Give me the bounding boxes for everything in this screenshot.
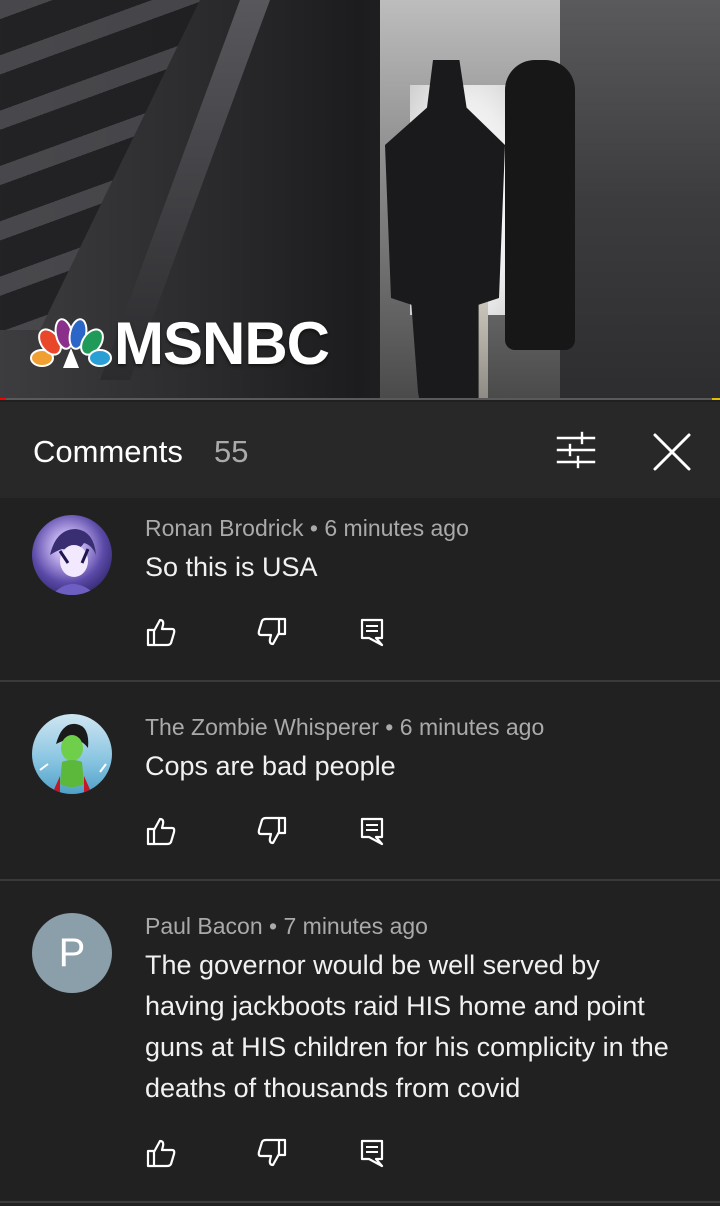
comment-time: 6 minutes ago bbox=[324, 515, 469, 541]
comment-time: 7 minutes ago bbox=[283, 913, 428, 939]
reply-icon bbox=[360, 817, 384, 846]
comment-divider bbox=[0, 1201, 720, 1203]
comment-actions bbox=[145, 1137, 405, 1169]
reply-icon bbox=[360, 1139, 384, 1168]
like-button[interactable] bbox=[145, 616, 177, 648]
comment-author[interactable]: The Zombie Whisperer bbox=[145, 714, 379, 740]
anime-avatar-image bbox=[50, 529, 96, 595]
channel-logo-text: MSNBC bbox=[114, 309, 330, 377]
progress-marker bbox=[712, 398, 720, 400]
dislike-button[interactable] bbox=[256, 815, 288, 847]
thumbs-down-icon bbox=[257, 1138, 287, 1167]
avatar[interactable] bbox=[32, 714, 112, 794]
msnbc-logo: MSNBC bbox=[30, 310, 330, 377]
comments-title: Comments bbox=[33, 434, 183, 469]
comment-text: So this is USA bbox=[145, 552, 318, 582]
reply-icon bbox=[360, 618, 384, 647]
comments-count: 55 bbox=[214, 434, 249, 469]
video-frame-wall bbox=[560, 0, 720, 400]
avatar-letter: P bbox=[32, 913, 112, 993]
comment-text: The governor would be well served by hav… bbox=[145, 950, 669, 1103]
zombie-avatar-image bbox=[35, 723, 107, 794]
reply-button[interactable] bbox=[356, 1137, 388, 1169]
sort-button[interactable] bbox=[552, 428, 600, 472]
comment-meta: The Zombie Whisperer • 6 minutes ago bbox=[145, 714, 544, 741]
peacock-icon bbox=[30, 318, 112, 368]
comment-item: P Paul Bacon • 7 minutes ago The governo… bbox=[0, 881, 720, 1201]
comment-actions bbox=[145, 815, 405, 847]
like-button[interactable] bbox=[145, 1137, 177, 1169]
reply-button[interactable] bbox=[356, 815, 388, 847]
progress-played bbox=[0, 398, 6, 400]
meta-separator: • bbox=[303, 515, 325, 541]
thumbs-down-icon bbox=[257, 617, 287, 646]
dislike-button[interactable] bbox=[256, 616, 288, 648]
video-frame-coat bbox=[505, 60, 575, 350]
video-progress-bar[interactable] bbox=[0, 398, 720, 400]
thumbs-up-icon bbox=[146, 618, 176, 647]
comment-author[interactable]: Paul Bacon bbox=[145, 913, 263, 939]
comment-text: Cops are bad people bbox=[145, 751, 396, 781]
close-icon bbox=[653, 433, 691, 471]
comment-meta: Paul Bacon • 7 minutes ago bbox=[145, 913, 428, 940]
reply-button[interactable] bbox=[356, 616, 388, 648]
close-button[interactable] bbox=[646, 426, 698, 478]
like-button[interactable] bbox=[145, 815, 177, 847]
avatar[interactable]: P bbox=[32, 913, 112, 993]
comment-author[interactable]: Ronan Brodrick bbox=[145, 515, 304, 541]
sort-filter-icon bbox=[556, 431, 596, 469]
thumbs-up-icon bbox=[146, 1139, 176, 1168]
comment-actions bbox=[145, 616, 405, 648]
meta-separator: • bbox=[262, 913, 284, 939]
comments-header: Comments 55 bbox=[0, 402, 720, 498]
thumbs-down-icon bbox=[257, 816, 287, 845]
dislike-button[interactable] bbox=[256, 1137, 288, 1169]
video-player[interactable]: MSNBC bbox=[0, 0, 720, 400]
thumbs-up-icon bbox=[146, 817, 176, 846]
avatar[interactable] bbox=[32, 515, 112, 595]
comment-item: Ronan Brodrick • 6 minutes ago So this i… bbox=[0, 498, 720, 680]
comment-time: 6 minutes ago bbox=[399, 714, 545, 740]
comment-meta: Ronan Brodrick • 6 minutes ago bbox=[145, 515, 469, 542]
meta-separator: • bbox=[378, 714, 400, 740]
comment-item: The Zombie Whisperer • 6 minutes ago Cop… bbox=[0, 682, 720, 879]
